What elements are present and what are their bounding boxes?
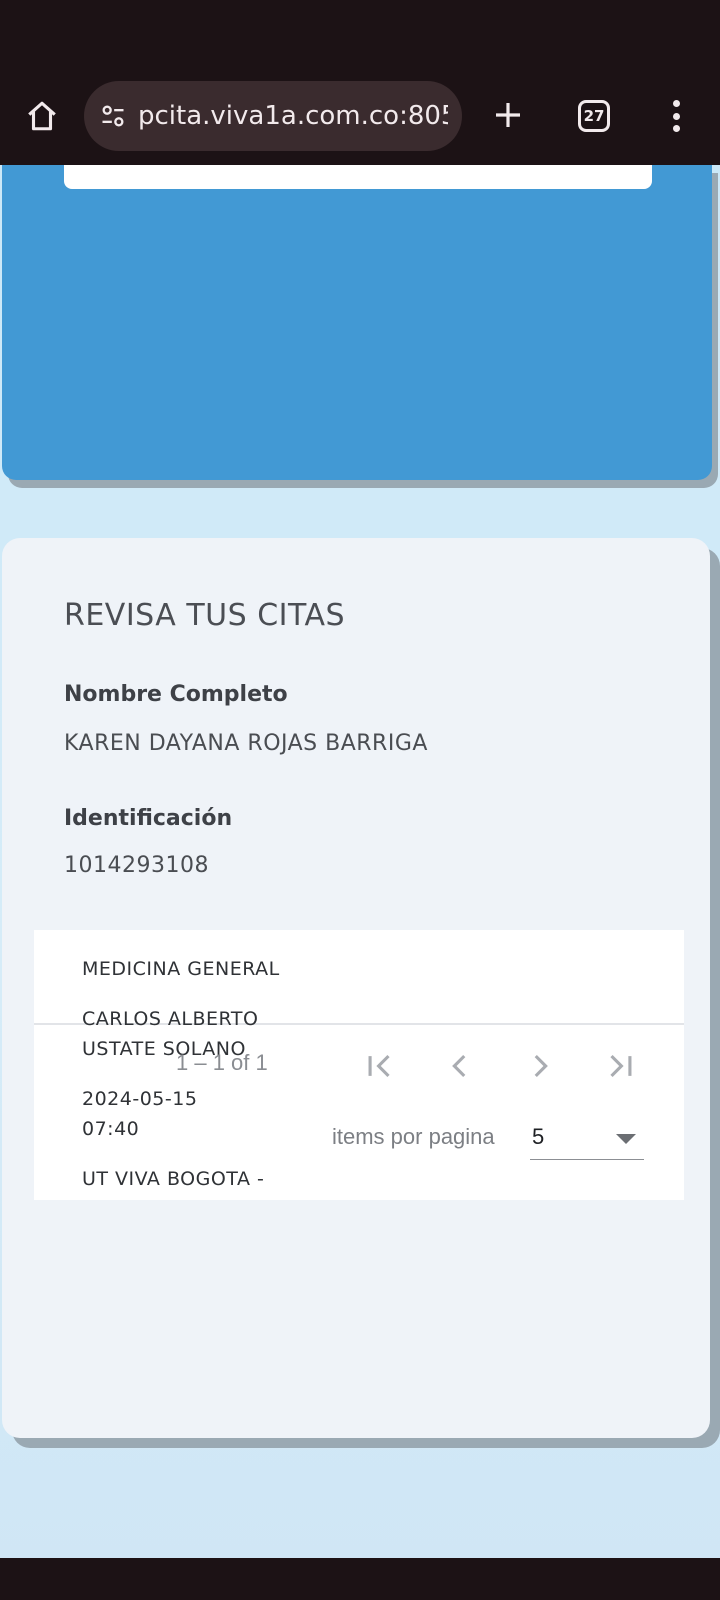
system-navigation-bar — [0, 1558, 720, 1600]
items-per-page-value: 5 — [532, 1124, 545, 1149]
items-per-page-label: items por pagina — [332, 1124, 495, 1149]
appointment-date: 2024-05-15 — [82, 1088, 198, 1110]
hero-input-strip — [64, 165, 652, 189]
url-text: pcita.viva1a.com.co:8051 — [138, 101, 448, 131]
prev-page-icon[interactable] — [440, 1046, 480, 1086]
id-label: Identificación — [64, 806, 233, 831]
name-label: Nombre Completo — [64, 682, 288, 707]
paginator-range: 1 – 1 of 1 — [176, 1050, 268, 1075]
first-page-icon[interactable] — [360, 1046, 400, 1086]
items-per-page-select[interactable]: 5 — [530, 1116, 644, 1160]
dropdown-arrow-icon — [616, 1134, 636, 1144]
browser-toolbar: pcita.viva1a.com.co:8051 27 — [0, 0, 720, 165]
plus-icon[interactable] — [488, 95, 528, 135]
address-bar[interactable]: pcita.viva1a.com.co:8051 — [84, 81, 462, 151]
id-value: 1014293108 — [64, 853, 209, 878]
more-vert-icon[interactable] — [664, 96, 688, 136]
appointment-doctor-line1: CARLOS ALBERTO — [82, 1008, 259, 1030]
tabs-icon[interactable]: 27 — [578, 100, 610, 132]
appointment-specialty: MEDICINA GENERAL — [82, 958, 280, 980]
home-icon[interactable] — [22, 96, 62, 136]
appointment-location: UT VIVA BOGOTA - — [82, 1168, 265, 1190]
appointments-card: REVISA TUS CITAS Nombre Completo KAREN D… — [2, 538, 710, 1438]
appointment-time: 07:40 — [82, 1118, 140, 1140]
appointments-table: MEDICINA GENERAL CARLOS ALBERTO USTATE S… — [34, 930, 684, 1200]
last-page-icon[interactable] — [600, 1046, 640, 1086]
next-page-icon[interactable] — [520, 1046, 560, 1086]
name-value: KAREN DAYANA ROJAS BARRIGA — [64, 731, 428, 756]
page-title: REVISA TUS CITAS — [64, 598, 346, 633]
hero-card — [2, 165, 712, 480]
site-settings-icon[interactable] — [98, 101, 128, 131]
